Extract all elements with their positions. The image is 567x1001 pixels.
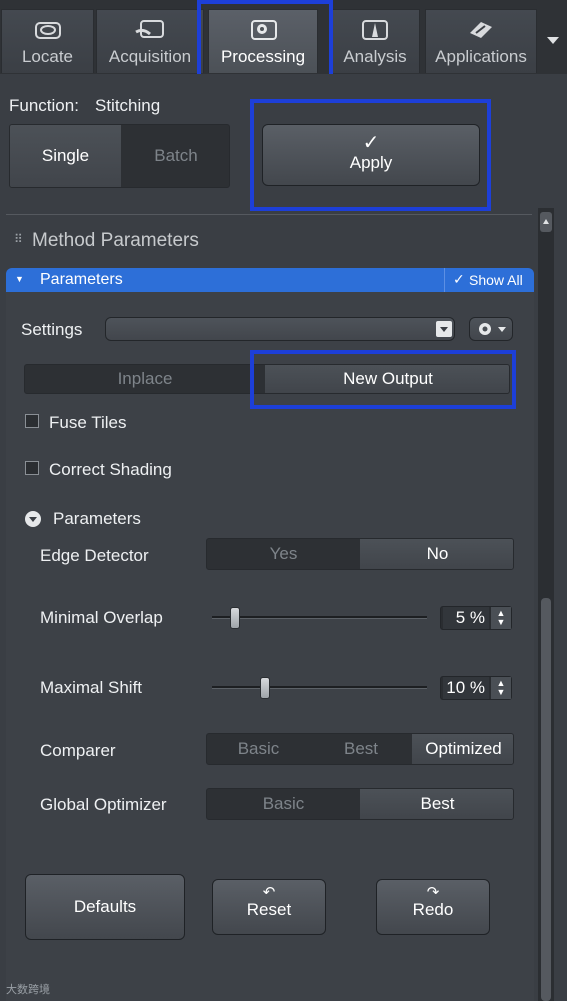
redo-label: Redo	[412, 900, 454, 919]
edge-detector-yes[interactable]: Yes	[207, 539, 360, 569]
minimal-overlap-slider[interactable]	[212, 616, 427, 619]
expand-parameters-icon[interactable]	[25, 511, 41, 527]
drag-handle-icon: ⠿	[14, 232, 23, 246]
fuse-tiles-checkbox[interactable]	[25, 414, 39, 428]
parameters-title: Parameters	[40, 271, 123, 288]
global-optimizer-basic[interactable]: Basic	[207, 789, 360, 819]
edge-detector-no[interactable]: No	[360, 539, 513, 569]
show-all-toggle[interactable]: ✓ Show All	[444, 268, 535, 292]
comparer-label: Comparer	[40, 741, 116, 760]
gear-icon	[251, 20, 277, 40]
apply-label: Apply	[349, 153, 393, 172]
tab-label: Processing	[220, 47, 306, 66]
correct-shading-checkbox[interactable]	[25, 461, 39, 475]
tab-acquisition[interactable]: Acquisition	[96, 9, 204, 73]
collapse-arrow-icon: ▼	[15, 274, 24, 284]
camera-icon	[135, 20, 164, 38]
minimal-overlap-spinbox[interactable]: 5 % ▲ ▼	[440, 606, 512, 630]
defaults-button[interactable]: Defaults	[25, 874, 185, 940]
reset-label: Reset	[246, 900, 292, 919]
batch-button[interactable]: Batch	[121, 125, 229, 187]
apps-icon	[470, 22, 492, 38]
minimal-overlap-value[interactable]: 5 %	[443, 607, 489, 629]
single-button[interactable]: Single	[10, 125, 121, 187]
tab-locate[interactable]: Locate	[1, 9, 94, 73]
apply-button[interactable]: ✓ Apply	[262, 124, 480, 186]
global-optimizer-best[interactable]: Best	[360, 789, 513, 819]
spin-arrows-icon[interactable]: ▲ ▼	[491, 677, 511, 699]
chevron-up-icon	[543, 219, 549, 224]
tab-label: Acquisition	[108, 47, 192, 66]
redo-icon: ↷	[426, 884, 440, 901]
tab-label: Analysis	[343, 47, 407, 66]
edge-detector-selector: Yes No	[206, 538, 514, 570]
new-output-button[interactable]: New Output	[265, 365, 509, 393]
gear-icon	[479, 323, 506, 335]
chevron-down-icon	[436, 321, 452, 337]
mode-selector: Single Batch	[9, 124, 230, 188]
minimal-overlap-slider-thumb[interactable]	[229, 607, 240, 629]
output-mode-selector: Inplace New Output	[24, 364, 510, 394]
inplace-button[interactable]: Inplace	[25, 365, 265, 393]
tab-label: Locate	[21, 47, 74, 66]
global-optimizer-label: Global Optimizer	[40, 795, 167, 814]
defaults-label: Defaults	[73, 897, 137, 916]
maximal-shift-value[interactable]: 10 %	[443, 677, 489, 699]
method-parameters-title: Method Parameters	[32, 230, 199, 251]
correct-shading-label: Correct Shading	[49, 460, 172, 479]
maximal-shift-spinbox[interactable]: 10 % ▲ ▼	[440, 676, 512, 700]
tab-analysis[interactable]: Analysis	[330, 9, 420, 73]
check-icon: ✓	[362, 132, 380, 154]
eye-icon	[34, 22, 61, 39]
undo-icon: ↶	[262, 884, 276, 901]
tab-applications[interactable]: Applications	[425, 9, 537, 73]
histogram-icon	[362, 20, 388, 40]
parameters-panel: Settings Inplace New Output Fuse Tiles C…	[6, 292, 534, 1001]
function-label: Function:	[9, 96, 79, 115]
settings-options-button[interactable]	[469, 317, 513, 341]
reset-button[interactable]: ↶ Reset	[212, 879, 326, 935]
edge-detector-label: Edge Detector	[40, 546, 149, 565]
spin-arrows-icon[interactable]: ▲ ▼	[491, 607, 511, 629]
watermark-text: 大数跨境	[6, 984, 50, 996]
maximal-shift-slider[interactable]	[212, 686, 427, 689]
function-value: Stitching	[95, 96, 161, 115]
comparer-best[interactable]: Best	[310, 734, 412, 764]
scroll-up-button[interactable]	[540, 212, 552, 232]
comparer-optimized[interactable]: Optimized	[412, 734, 513, 764]
tab-overflow-button[interactable]	[539, 9, 567, 73]
tab-label: Applications	[435, 47, 527, 66]
redo-button[interactable]: ↷ Redo	[376, 879, 490, 935]
comparer-basic[interactable]: Basic	[207, 734, 310, 764]
method-parameters-header[interactable]: ⠿ Method Parameters	[8, 216, 536, 266]
settings-label: Settings	[21, 320, 83, 339]
sub-parameters-title: Parameters	[53, 509, 141, 528]
chevron-down-icon	[547, 37, 559, 44]
tab-bar: Locate Acquisition Processing Analysis A…	[0, 0, 567, 75]
parameters-header-bar[interactable]: ▼ Parameters ✓ Show All	[6, 268, 534, 292]
fuse-tiles-label: Fuse Tiles	[49, 413, 127, 432]
check-icon: ✓	[453, 271, 465, 287]
comparer-selector: Basic Best Optimized	[206, 733, 514, 765]
global-optimizer-selector: Basic Best	[206, 788, 514, 820]
show-all-label: Show All	[469, 272, 523, 288]
scrollbar-thumb[interactable]	[541, 598, 551, 1001]
minimal-overlap-label: Minimal Overlap	[40, 608, 163, 627]
settings-dropdown[interactable]	[105, 317, 455, 341]
tab-processing[interactable]: Processing	[208, 9, 318, 73]
watermark-logo: 大数跨境	[6, 981, 50, 997]
maximal-shift-slider-thumb[interactable]	[259, 677, 270, 699]
divider	[6, 214, 532, 215]
maximal-shift-label: Maximal Shift	[40, 678, 143, 697]
